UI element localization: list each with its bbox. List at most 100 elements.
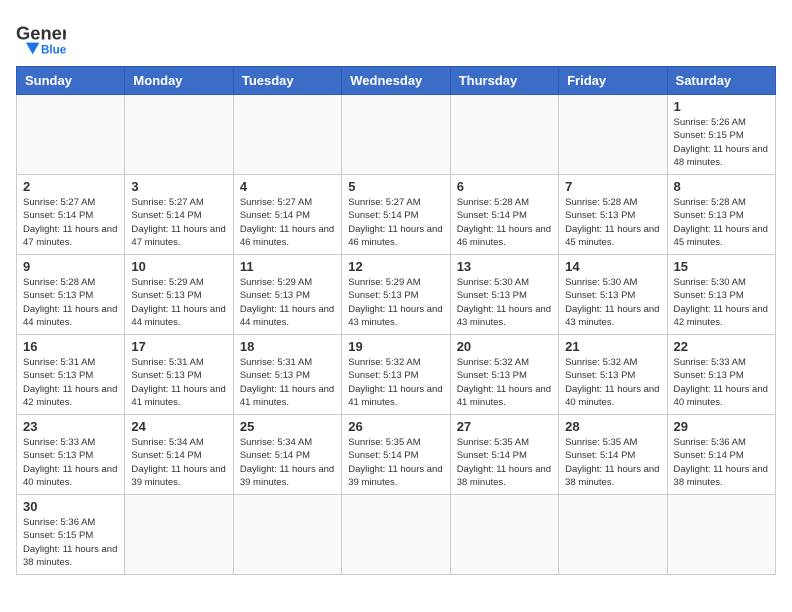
calendar-cell: 29 Sunrise: 5:36 AM Sunset: 5:14 PM Dayli… — [667, 415, 775, 495]
calendar-cell: 26 Sunrise: 5:35 AM Sunset: 5:14 PM Dayli… — [342, 415, 450, 495]
calendar-cell — [125, 95, 233, 175]
day-info: Sunrise: 5:32 AM Sunset: 5:13 PM Dayligh… — [348, 356, 443, 409]
weekday-header-tuesday: Tuesday — [233, 67, 341, 95]
day-number: 25 — [240, 419, 335, 434]
calendar-cell: 1 Sunrise: 5:26 AM Sunset: 5:15 PM Daylig… — [667, 95, 775, 175]
day-number: 5 — [348, 179, 443, 194]
day-number: 1 — [674, 99, 769, 114]
day-info: Sunrise: 5:29 AM Sunset: 5:13 PM Dayligh… — [240, 276, 335, 329]
day-info: Sunrise: 5:32 AM Sunset: 5:13 PM Dayligh… — [565, 356, 660, 409]
calendar-cell: 10 Sunrise: 5:29 AM Sunset: 5:13 PM Dayli… — [125, 255, 233, 335]
day-number: 28 — [565, 419, 660, 434]
day-info: Sunrise: 5:26 AM Sunset: 5:15 PM Dayligh… — [674, 116, 769, 169]
day-number: 29 — [674, 419, 769, 434]
day-number: 9 — [23, 259, 118, 274]
calendar-cell: 15Sunrise: 5:30 AM Sunset: 5:13 PM Dayli… — [667, 255, 775, 335]
day-number: 21 — [565, 339, 660, 354]
day-number: 10 — [131, 259, 226, 274]
weekday-header-monday: Monday — [125, 67, 233, 95]
calendar-cell: 17 Sunrise: 5:31 AM Sunset: 5:13 PM Dayli… — [125, 335, 233, 415]
calendar-cell: 13 Sunrise: 5:30 AM Sunset: 5:13 PM Dayli… — [450, 255, 558, 335]
calendar-cell: 20Sunrise: 5:32 AM Sunset: 5:13 PM Dayli… — [450, 335, 558, 415]
day-info: Sunrise: 5:29 AM Sunset: 5:13 PM Dayligh… — [131, 276, 226, 329]
weekday-header-thursday: Thursday — [450, 67, 558, 95]
calendar-cell — [559, 95, 667, 175]
calendar-cell: 28Sunrise: 5:35 AM Sunset: 5:14 PM Dayli… — [559, 415, 667, 495]
calendar-cell: 30 Sunrise: 5:36 AM Sunset: 5:15 PM Dayli… — [17, 495, 125, 575]
day-number: 27 — [457, 419, 552, 434]
calendar-cell: 19 Sunrise: 5:32 AM Sunset: 5:13 PM Dayli… — [342, 335, 450, 415]
day-info: Sunrise: 5:28 AM Sunset: 5:13 PM Dayligh… — [674, 196, 769, 249]
day-info: Sunrise: 5:31 AM Sunset: 5:13 PM Dayligh… — [240, 356, 335, 409]
day-info: Sunrise: 5:30 AM Sunset: 5:13 PM Dayligh… — [674, 276, 769, 329]
day-number: 4 — [240, 179, 335, 194]
calendar-cell: 3 Sunrise: 5:27 AM Sunset: 5:14 PM Daylig… — [125, 175, 233, 255]
day-info: Sunrise: 5:34 AM Sunset: 5:14 PM Dayligh… — [240, 436, 335, 489]
day-info: Sunrise: 5:31 AM Sunset: 5:13 PM Dayligh… — [131, 356, 226, 409]
day-number: 12 — [348, 259, 443, 274]
day-number: 18 — [240, 339, 335, 354]
day-number: 24 — [131, 419, 226, 434]
day-info: Sunrise: 5:36 AM Sunset: 5:15 PM Dayligh… — [23, 516, 118, 569]
calendar-cell — [559, 495, 667, 575]
day-info: Sunrise: 5:27 AM Sunset: 5:14 PM Dayligh… — [131, 196, 226, 249]
day-info: Sunrise: 5:28 AM Sunset: 5:13 PM Dayligh… — [565, 196, 660, 249]
calendar-cell — [450, 95, 558, 175]
calendar-week-row: 2 Sunrise: 5:27 AM Sunset: 5:14 PM Daylig… — [17, 175, 776, 255]
calendar-cell: 24 Sunrise: 5:34 AM Sunset: 5:14 PM Dayli… — [125, 415, 233, 495]
day-number: 8 — [674, 179, 769, 194]
calendar-cell: 11Sunrise: 5:29 AM Sunset: 5:13 PM Dayli… — [233, 255, 341, 335]
day-info: Sunrise: 5:32 AM Sunset: 5:13 PM Dayligh… — [457, 356, 552, 409]
day-info: Sunrise: 5:27 AM Sunset: 5:14 PM Dayligh… — [23, 196, 118, 249]
svg-text:Blue: Blue — [41, 44, 66, 57]
day-number: 2 — [23, 179, 118, 194]
day-info: Sunrise: 5:36 AM Sunset: 5:14 PM Dayligh… — [674, 436, 769, 489]
day-info: Sunrise: 5:35 AM Sunset: 5:14 PM Dayligh… — [457, 436, 552, 489]
calendar-cell — [125, 495, 233, 575]
day-number: 6 — [457, 179, 552, 194]
day-number: 7 — [565, 179, 660, 194]
day-info: Sunrise: 5:27 AM Sunset: 5:14 PM Dayligh… — [348, 196, 443, 249]
day-number: 30 — [23, 499, 118, 514]
calendar-cell — [233, 495, 341, 575]
day-number: 26 — [348, 419, 443, 434]
calendar-cell: 9Sunrise: 5:28 AM Sunset: 5:13 PM Daylig… — [17, 255, 125, 335]
day-info: Sunrise: 5:33 AM Sunset: 5:13 PM Dayligh… — [674, 356, 769, 409]
calendar-week-row: 23Sunrise: 5:33 AM Sunset: 5:13 PM Dayli… — [17, 415, 776, 495]
day-info: Sunrise: 5:27 AM Sunset: 5:14 PM Dayligh… — [240, 196, 335, 249]
header: General Blue — [16, 16, 776, 56]
day-number: 13 — [457, 259, 552, 274]
day-number: 16 — [23, 339, 118, 354]
day-info: Sunrise: 5:30 AM Sunset: 5:13 PM Dayligh… — [565, 276, 660, 329]
day-number: 22 — [674, 339, 769, 354]
day-number: 14 — [565, 259, 660, 274]
day-info: Sunrise: 5:30 AM Sunset: 5:13 PM Dayligh… — [457, 276, 552, 329]
day-info: Sunrise: 5:35 AM Sunset: 5:14 PM Dayligh… — [348, 436, 443, 489]
day-info: Sunrise: 5:28 AM Sunset: 5:14 PM Dayligh… — [457, 196, 552, 249]
calendar-cell: 16 Sunrise: 5:31 AM Sunset: 5:13 PM Dayli… — [17, 335, 125, 415]
calendar-week-row: 9Sunrise: 5:28 AM Sunset: 5:13 PM Daylig… — [17, 255, 776, 335]
calendar-cell — [342, 495, 450, 575]
day-number: 3 — [131, 179, 226, 194]
calendar-cell: 23Sunrise: 5:33 AM Sunset: 5:13 PM Dayli… — [17, 415, 125, 495]
calendar-cell — [17, 95, 125, 175]
weekday-header-wednesday: Wednesday — [342, 67, 450, 95]
day-info: Sunrise: 5:31 AM Sunset: 5:13 PM Dayligh… — [23, 356, 118, 409]
calendar-cell: 25 Sunrise: 5:34 AM Sunset: 5:14 PM Dayli… — [233, 415, 341, 495]
calendar-cell: 7 Sunrise: 5:28 AM Sunset: 5:13 PM Daylig… — [559, 175, 667, 255]
svg-text:General: General — [16, 22, 66, 43]
calendar-cell — [450, 495, 558, 575]
calendar-cell: 18 Sunrise: 5:31 AM Sunset: 5:13 PM Dayli… — [233, 335, 341, 415]
weekday-header-row: SundayMondayTuesdayWednesdayThursdayFrid… — [17, 67, 776, 95]
day-number: 23 — [23, 419, 118, 434]
day-number: 19 — [348, 339, 443, 354]
calendar-cell — [667, 495, 775, 575]
calendar-week-row: 1 Sunrise: 5:26 AM Sunset: 5:15 PM Daylig… — [17, 95, 776, 175]
calendar-cell — [342, 95, 450, 175]
calendar-cell: 12 Sunrise: 5:29 AM Sunset: 5:13 PM Dayli… — [342, 255, 450, 335]
calendar-cell: 5 Sunrise: 5:27 AM Sunset: 5:14 PM Daylig… — [342, 175, 450, 255]
day-number: 17 — [131, 339, 226, 354]
day-info: Sunrise: 5:29 AM Sunset: 5:13 PM Dayligh… — [348, 276, 443, 329]
calendar-week-row: 30 Sunrise: 5:36 AM Sunset: 5:15 PM Dayli… — [17, 495, 776, 575]
day-info: Sunrise: 5:34 AM Sunset: 5:14 PM Dayligh… — [131, 436, 226, 489]
